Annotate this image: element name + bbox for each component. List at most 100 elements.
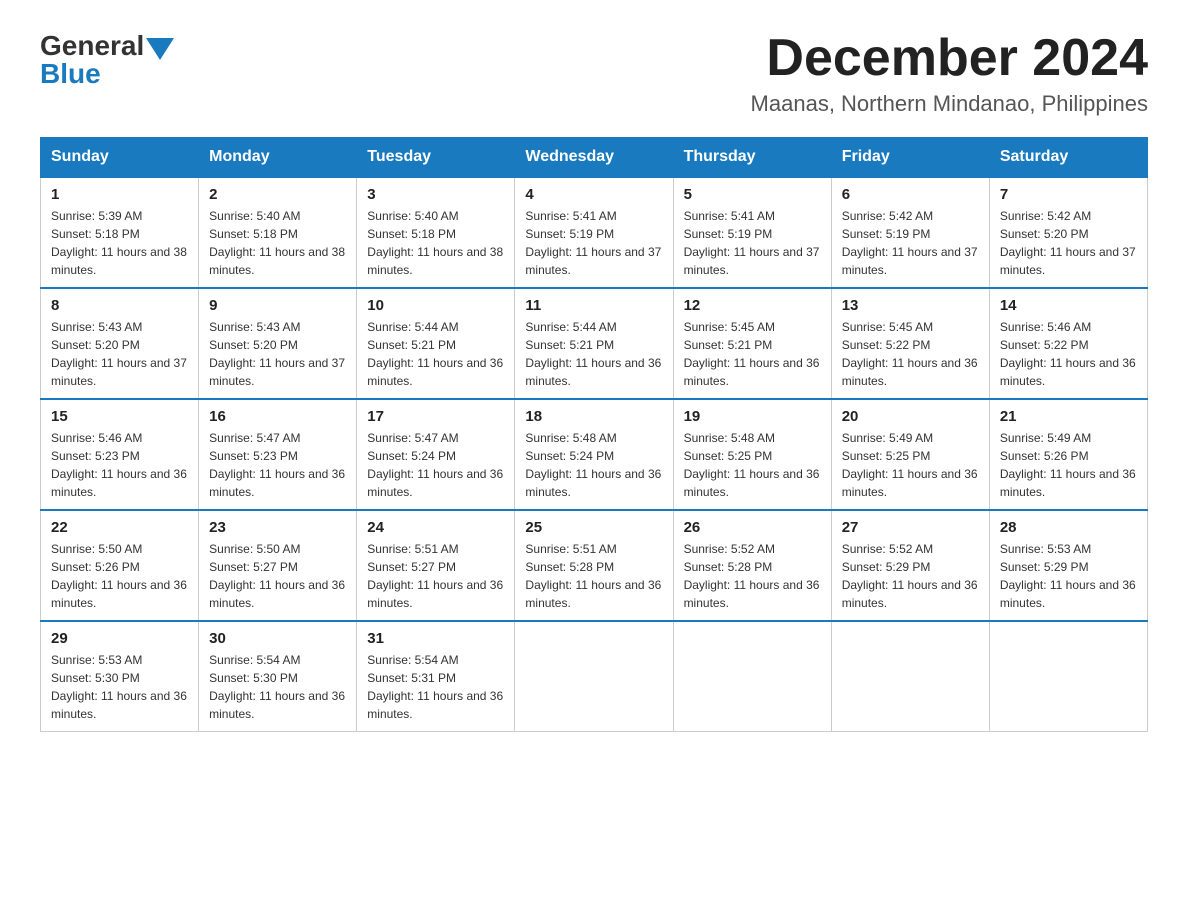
- day-number: 19: [684, 408, 821, 425]
- day-number: 10: [367, 297, 504, 314]
- calendar-cell: 24 Sunrise: 5:51 AM Sunset: 5:27 PM Dayl…: [357, 510, 515, 621]
- day-info: Sunrise: 5:40 AM Sunset: 5:18 PM Dayligh…: [209, 207, 346, 279]
- calendar-cell: 10 Sunrise: 5:44 AM Sunset: 5:21 PM Dayl…: [357, 288, 515, 399]
- calendar-cell: 7 Sunrise: 5:42 AM Sunset: 5:20 PM Dayli…: [989, 177, 1147, 288]
- calendar-table: SundayMondayTuesdayWednesdayThursdayFrid…: [40, 137, 1148, 732]
- calendar-cell: 14 Sunrise: 5:46 AM Sunset: 5:22 PM Dayl…: [989, 288, 1147, 399]
- calendar-cell: 2 Sunrise: 5:40 AM Sunset: 5:18 PM Dayli…: [199, 177, 357, 288]
- day-info: Sunrise: 5:49 AM Sunset: 5:25 PM Dayligh…: [842, 429, 979, 501]
- day-info: Sunrise: 5:47 AM Sunset: 5:23 PM Dayligh…: [209, 429, 346, 501]
- header-thursday: Thursday: [673, 138, 831, 178]
- day-number: 24: [367, 519, 504, 536]
- day-info: Sunrise: 5:49 AM Sunset: 5:26 PM Dayligh…: [1000, 429, 1137, 501]
- day-info: Sunrise: 5:48 AM Sunset: 5:25 PM Dayligh…: [684, 429, 821, 501]
- header-sunday: Sunday: [41, 138, 199, 178]
- calendar-cell: 27 Sunrise: 5:52 AM Sunset: 5:29 PM Dayl…: [831, 510, 989, 621]
- calendar-cell: 22 Sunrise: 5:50 AM Sunset: 5:26 PM Dayl…: [41, 510, 199, 621]
- day-number: 15: [51, 408, 188, 425]
- day-number: 4: [525, 186, 662, 203]
- calendar-cell: 12 Sunrise: 5:45 AM Sunset: 5:21 PM Dayl…: [673, 288, 831, 399]
- calendar-header-row: SundayMondayTuesdayWednesdayThursdayFrid…: [41, 138, 1148, 178]
- calendar-cell: 1 Sunrise: 5:39 AM Sunset: 5:18 PM Dayli…: [41, 177, 199, 288]
- calendar-cell: 25 Sunrise: 5:51 AM Sunset: 5:28 PM Dayl…: [515, 510, 673, 621]
- calendar-cell: 5 Sunrise: 5:41 AM Sunset: 5:19 PM Dayli…: [673, 177, 831, 288]
- calendar-week-row: 29 Sunrise: 5:53 AM Sunset: 5:30 PM Dayl…: [41, 621, 1148, 732]
- title-area: December 2024 Maanas, Northern Mindanao,…: [751, 30, 1148, 117]
- day-info: Sunrise: 5:51 AM Sunset: 5:28 PM Dayligh…: [525, 540, 662, 612]
- page-header: General Blue December 2024 Maanas, North…: [40, 30, 1148, 117]
- calendar-cell: 30 Sunrise: 5:54 AM Sunset: 5:30 PM Dayl…: [199, 621, 357, 732]
- logo-triangle-icon: [146, 38, 174, 60]
- day-info: Sunrise: 5:42 AM Sunset: 5:20 PM Dayligh…: [1000, 207, 1137, 279]
- header-wednesday: Wednesday: [515, 138, 673, 178]
- day-info: Sunrise: 5:50 AM Sunset: 5:26 PM Dayligh…: [51, 540, 188, 612]
- calendar-cell: [989, 621, 1147, 732]
- day-info: Sunrise: 5:40 AM Sunset: 5:18 PM Dayligh…: [367, 207, 504, 279]
- calendar-cell: 20 Sunrise: 5:49 AM Sunset: 5:25 PM Dayl…: [831, 399, 989, 510]
- day-info: Sunrise: 5:47 AM Sunset: 5:24 PM Dayligh…: [367, 429, 504, 501]
- calendar-cell: 8 Sunrise: 5:43 AM Sunset: 5:20 PM Dayli…: [41, 288, 199, 399]
- day-number: 26: [684, 519, 821, 536]
- day-info: Sunrise: 5:53 AM Sunset: 5:30 PM Dayligh…: [51, 651, 188, 723]
- day-number: 1: [51, 186, 188, 203]
- day-number: 27: [842, 519, 979, 536]
- day-info: Sunrise: 5:43 AM Sunset: 5:20 PM Dayligh…: [209, 318, 346, 390]
- calendar-cell: 13 Sunrise: 5:45 AM Sunset: 5:22 PM Dayl…: [831, 288, 989, 399]
- day-info: Sunrise: 5:53 AM Sunset: 5:29 PM Dayligh…: [1000, 540, 1137, 612]
- calendar-cell: 18 Sunrise: 5:48 AM Sunset: 5:24 PM Dayl…: [515, 399, 673, 510]
- month-title: December 2024: [751, 30, 1148, 87]
- calendar-week-row: 1 Sunrise: 5:39 AM Sunset: 5:18 PM Dayli…: [41, 177, 1148, 288]
- day-number: 12: [684, 297, 821, 314]
- header-saturday: Saturday: [989, 138, 1147, 178]
- calendar-cell: 23 Sunrise: 5:50 AM Sunset: 5:27 PM Dayl…: [199, 510, 357, 621]
- day-number: 16: [209, 408, 346, 425]
- day-number: 6: [842, 186, 979, 203]
- day-info: Sunrise: 5:52 AM Sunset: 5:29 PM Dayligh…: [842, 540, 979, 612]
- day-number: 8: [51, 297, 188, 314]
- day-info: Sunrise: 5:46 AM Sunset: 5:22 PM Dayligh…: [1000, 318, 1137, 390]
- day-info: Sunrise: 5:41 AM Sunset: 5:19 PM Dayligh…: [684, 207, 821, 279]
- day-info: Sunrise: 5:41 AM Sunset: 5:19 PM Dayligh…: [525, 207, 662, 279]
- day-number: 13: [842, 297, 979, 314]
- day-info: Sunrise: 5:52 AM Sunset: 5:28 PM Dayligh…: [684, 540, 821, 612]
- day-number: 14: [1000, 297, 1137, 314]
- day-number: 11: [525, 297, 662, 314]
- calendar-cell: 17 Sunrise: 5:47 AM Sunset: 5:24 PM Dayl…: [357, 399, 515, 510]
- calendar-cell: 31 Sunrise: 5:54 AM Sunset: 5:31 PM Dayl…: [357, 621, 515, 732]
- day-info: Sunrise: 5:44 AM Sunset: 5:21 PM Dayligh…: [525, 318, 662, 390]
- calendar-week-row: 8 Sunrise: 5:43 AM Sunset: 5:20 PM Dayli…: [41, 288, 1148, 399]
- day-info: Sunrise: 5:42 AM Sunset: 5:19 PM Dayligh…: [842, 207, 979, 279]
- header-monday: Monday: [199, 138, 357, 178]
- day-info: Sunrise: 5:44 AM Sunset: 5:21 PM Dayligh…: [367, 318, 504, 390]
- logo: General Blue: [40, 30, 174, 90]
- calendar-cell: 4 Sunrise: 5:41 AM Sunset: 5:19 PM Dayli…: [515, 177, 673, 288]
- calendar-cell: 6 Sunrise: 5:42 AM Sunset: 5:19 PM Dayli…: [831, 177, 989, 288]
- day-info: Sunrise: 5:50 AM Sunset: 5:27 PM Dayligh…: [209, 540, 346, 612]
- day-number: 22: [51, 519, 188, 536]
- logo-blue-text: Blue: [40, 58, 101, 90]
- calendar-cell: 29 Sunrise: 5:53 AM Sunset: 5:30 PM Dayl…: [41, 621, 199, 732]
- day-info: Sunrise: 5:43 AM Sunset: 5:20 PM Dayligh…: [51, 318, 188, 390]
- day-number: 17: [367, 408, 504, 425]
- day-number: 31: [367, 630, 504, 647]
- day-number: 9: [209, 297, 346, 314]
- day-number: 25: [525, 519, 662, 536]
- calendar-cell: 28 Sunrise: 5:53 AM Sunset: 5:29 PM Dayl…: [989, 510, 1147, 621]
- day-info: Sunrise: 5:45 AM Sunset: 5:21 PM Dayligh…: [684, 318, 821, 390]
- calendar-cell: 9 Sunrise: 5:43 AM Sunset: 5:20 PM Dayli…: [199, 288, 357, 399]
- day-number: 21: [1000, 408, 1137, 425]
- day-number: 23: [209, 519, 346, 536]
- day-number: 29: [51, 630, 188, 647]
- day-number: 5: [684, 186, 821, 203]
- day-number: 7: [1000, 186, 1137, 203]
- day-info: Sunrise: 5:48 AM Sunset: 5:24 PM Dayligh…: [525, 429, 662, 501]
- day-info: Sunrise: 5:54 AM Sunset: 5:30 PM Dayligh…: [209, 651, 346, 723]
- calendar-cell: [831, 621, 989, 732]
- calendar-week-row: 15 Sunrise: 5:46 AM Sunset: 5:23 PM Dayl…: [41, 399, 1148, 510]
- header-friday: Friday: [831, 138, 989, 178]
- calendar-cell: 19 Sunrise: 5:48 AM Sunset: 5:25 PM Dayl…: [673, 399, 831, 510]
- location-title: Maanas, Northern Mindanao, Philippines: [751, 91, 1148, 117]
- calendar-cell: 15 Sunrise: 5:46 AM Sunset: 5:23 PM Dayl…: [41, 399, 199, 510]
- header-tuesday: Tuesday: [357, 138, 515, 178]
- calendar-cell: 11 Sunrise: 5:44 AM Sunset: 5:21 PM Dayl…: [515, 288, 673, 399]
